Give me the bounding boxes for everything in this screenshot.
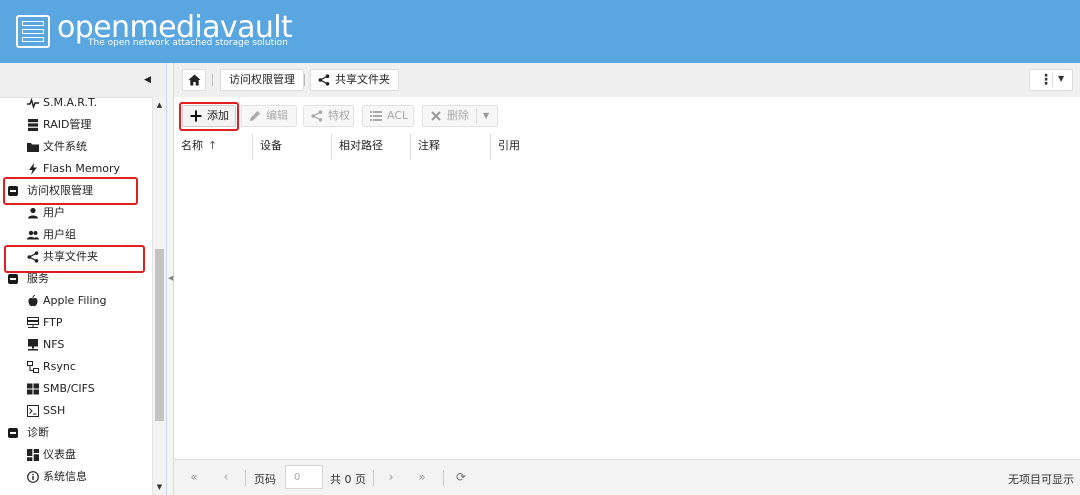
sidebar-item-group[interactable]: 用户组 [0,224,152,246]
page-number-input[interactable] [285,465,323,489]
breadcrumb-shared-folders[interactable]: 共享文件夹 [310,69,399,91]
rsync-icon [27,361,39,373]
column-references[interactable]: 引用 [491,134,1080,160]
pencil-icon [250,111,260,121]
edit-button[interactable]: 编辑 [241,105,297,127]
sidebar-item-raid[interactable]: RAID管理 [0,114,152,136]
plus-icon [190,110,202,122]
sidebar-item-nfs[interactable]: NFS [0,334,152,356]
page-label: 页码 [254,473,276,486]
sidebar-item-filesystems[interactable]: 文件系统 [0,136,152,158]
chevron-down-icon: ▼ [1058,74,1065,83]
breadcrumb: 访问权限管理 共享文件夹 ⋮ ▼ [174,63,1080,98]
collapse-icon[interactable] [8,186,18,196]
share-icon [311,110,323,122]
column-relative-path[interactable]: 相对路径 [332,134,411,160]
pager-status: 无项目可显示 [1008,473,1074,486]
share-icon [27,251,39,263]
server-icon [27,317,39,328]
navigation-scrollbar[interactable]: ▲ ▼ [152,97,166,495]
sidebar-category-diagnostics[interactable]: 诊断 [0,422,152,444]
logo-icon [16,15,50,48]
flash-icon [29,163,37,175]
monitor-icon [28,339,38,351]
folder-icon [27,143,39,152]
panel-splitter[interactable]: ◀ [167,63,174,495]
first-page-icon[interactable]: « [187,470,201,484]
sidebar-item-smart[interactable]: S.M.A.R.T. [0,97,152,114]
privileges-button[interactable]: 特权 [303,105,354,127]
sidebar-item-rsync[interactable]: Rsync [0,356,152,378]
breadcrumb-label: 共享文件夹 [335,73,390,86]
breadcrumb-separator [212,74,213,86]
sidebar-item-user[interactable]: 用户 [0,202,152,224]
app-header: openmediavault The open network attached… [0,0,1080,63]
info-icon [27,471,39,483]
refresh-icon[interactable]: ⟳ [454,470,468,484]
main-panel: 访问权限管理 共享文件夹 ⋮ ▼ 添加 编辑 特权 ACL 删除 ▼ 名称 ↑ … [174,63,1080,495]
sidebar-category-services[interactable]: 服务 [0,268,152,290]
collapse-icon[interactable] [8,274,18,284]
pagination-bar: « ‹ 页码 共 0 页 › » ⟳ 无项目可显示 [174,459,1080,495]
sidebar-item-ssh[interactable]: SSH [0,400,152,422]
windows-icon [27,383,39,395]
raid-icon [28,119,38,131]
column-comment[interactable]: 注释 [411,134,491,160]
grid-header: 名称 ↑ 设备 相对路径 注释 引用 [174,134,1080,161]
heartbeat-icon [27,97,39,109]
sidebar-item-system-info[interactable]: 系统信息 [0,466,152,488]
breadcrumb-access-rights[interactable]: 访问权限管理 [220,69,304,91]
sidebar-category-access-rights[interactable]: 访问权限管理 [0,180,152,202]
add-button[interactable]: 添加 [182,105,236,127]
app-subtitle: The open network attached storage soluti… [88,38,288,48]
previous-page-icon[interactable]: ‹ [219,470,233,484]
navigation-tree: S.M.A.R.T. RAID管理 文件系统 Flash Memory 访问权限… [0,97,152,495]
grid-body [174,160,1080,459]
collapse-panel-icon[interactable]: ◀ [144,74,154,86]
dashboard-icon [27,449,39,461]
more-vertical-icon: ⋮ [1039,72,1053,88]
navigation-toolbar: ◀ [0,63,166,98]
column-name[interactable]: 名称 ↑ [174,134,253,160]
home-icon [188,74,201,86]
next-page-icon[interactable]: › [384,470,398,484]
navigation-panel: ◀ S.M.A.R.T. RAID管理 文件系统 Flash Memory 访问… [0,63,167,495]
sidebar-item-flash-memory[interactable]: Flash Memory [0,158,152,180]
sidebar-item-smb-cifs[interactable]: SMB/CIFS [0,378,152,400]
terminal-icon [27,405,39,417]
sidebar-item-apple-filing[interactable]: Apple Filing [0,290,152,312]
last-page-icon[interactable]: » [415,470,429,484]
user-icon [28,207,38,219]
grid-toolbar: 添加 编辑 特权 ACL 删除 ▼ [174,97,1080,135]
scroll-up-icon[interactable]: ▲ [153,99,166,111]
delete-button[interactable]: 删除 ▼ [422,105,498,127]
collapse-icon[interactable] [8,428,18,438]
sidebar-item-ftp[interactable]: FTP [0,312,152,334]
page-total: 共 0 页 [330,473,366,486]
sort-ascending-icon: ↑ [208,139,218,152]
sidebar-item-shared-folders[interactable]: 共享文件夹 [0,246,152,268]
column-device[interactable]: 设备 [253,134,332,160]
share-icon [318,74,330,86]
more-menu-button[interactable]: ⋮ ▼ [1029,69,1073,91]
users-icon [27,230,39,240]
sidebar-item-dashboard[interactable]: 仪表盘 [0,444,152,466]
close-icon [431,111,441,121]
scroll-down-icon[interactable]: ▼ [153,481,166,493]
home-button[interactable] [182,69,206,91]
breadcrumb-separator [304,74,305,86]
apple-icon [28,295,38,307]
scrollbar-thumb[interactable] [155,249,164,421]
list-icon [370,111,382,121]
splitter-arrow-icon[interactable]: ◀ [168,271,173,285]
acl-button[interactable]: ACL [362,105,414,127]
chevron-down-icon[interactable]: ▼ [483,106,489,126]
